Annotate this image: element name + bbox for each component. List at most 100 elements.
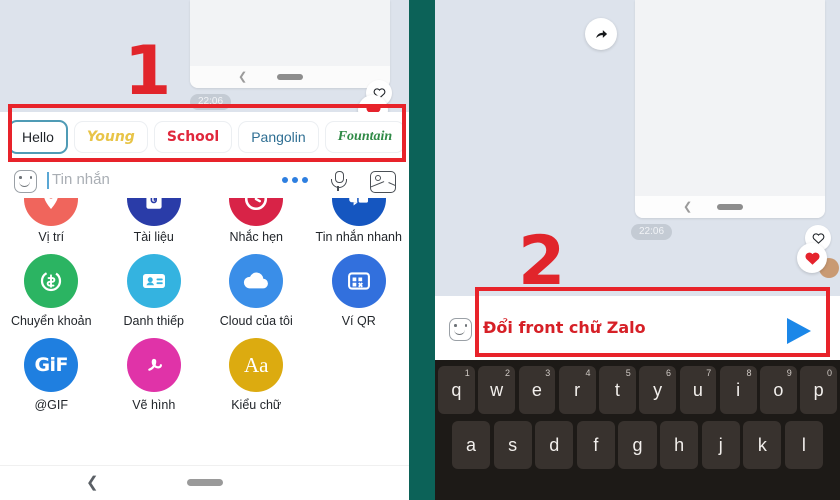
message-input-placeholder[interactable]: Tin nhắn (52, 171, 110, 188)
key-o[interactable]: 9o (760, 366, 797, 414)
thumbnail-home-icon (717, 204, 743, 210)
key-number: 7 (706, 368, 712, 378)
image-picker-icon[interactable] (370, 171, 396, 193)
attachment-item-document[interactable]: Tài liệu (103, 198, 206, 254)
attachment-label: Ví QR (341, 314, 376, 328)
left-system-navbar: ❮ (0, 465, 410, 500)
attachment-label: @GIF (34, 398, 69, 412)
back-chevron-icon[interactable]: ❮ (86, 475, 99, 490)
key-label: g (632, 434, 643, 455)
right-chat-image-message[interactable]: ❮ (635, 0, 825, 218)
heart-filled-icon[interactable] (797, 243, 827, 273)
annotation-box-1 (8, 104, 406, 162)
attachment-item-location[interactable]: Vị trí (0, 198, 103, 254)
share-forward-icon[interactable] (585, 18, 617, 50)
attachment-label: Danh thiếp (123, 314, 184, 328)
panel-divider (409, 0, 435, 500)
contact-card-icon (126, 254, 181, 308)
attachment-item-gif[interactable]: GiF @GIF (0, 338, 103, 422)
key-number: 6 (665, 368, 671, 378)
quick-message-icon (331, 198, 386, 226)
attachment-row-3: GiF @GIF Vẽ hình Aa Kiểu chữ (0, 338, 410, 422)
key-p[interactable]: 0p (800, 366, 837, 414)
gif-icon: GiF (24, 338, 79, 392)
key-j[interactable]: j (701, 421, 740, 469)
screenshot-thumbnail-body (635, 0, 825, 196)
key-k[interactable]: k (743, 421, 782, 469)
text-style-icon: Aa (229, 338, 284, 392)
attachment-item-money-transfer[interactable]: Chuyển khoản (0, 254, 103, 338)
thumbnail-home-icon (277, 74, 303, 80)
left-chat-image-message[interactable]: ❮ (190, 0, 390, 88)
attachment-label: Tài liệu (133, 230, 174, 244)
key-r[interactable]: 4r (558, 366, 596, 414)
key-u[interactable]: 7u (679, 366, 717, 414)
key-a[interactable]: a (452, 421, 491, 469)
keyboard-row-2: a s d f g h j k l (435, 414, 840, 469)
key-label: d (549, 434, 560, 455)
attachment-label: Cloud của tôi (219, 314, 293, 328)
key-label: k (757, 434, 767, 455)
draw-icon (126, 338, 181, 392)
key-label: a (466, 434, 477, 455)
key-label: l (801, 434, 806, 455)
attachment-label: Vẽ hình (132, 398, 176, 412)
key-g[interactable]: g (618, 421, 657, 469)
key-i[interactable]: 8i (719, 366, 757, 414)
attachment-item-contact-card[interactable]: Danh thiếp (103, 254, 206, 338)
annotation-number-2: 2 (518, 222, 566, 301)
emoji-face-icon[interactable] (449, 318, 472, 341)
left-message-input-bar[interactable]: Tin nhắn (0, 162, 410, 199)
attachment-item-text-style[interactable]: Aa Kiểu chữ (205, 338, 308, 422)
on-screen-keyboard[interactable]: 1q 2w 3e 4r 5t 6y 7u 8i 9o 0p a s d f g … (435, 360, 840, 500)
attachment-row-1: Vị trí Tài liệu Nhắc hẹn Tin nhắn nhanh (0, 198, 410, 254)
key-e[interactable]: 3e (518, 366, 556, 414)
screenshot-thumbnail-body (190, 0, 390, 66)
attachment-item-draw[interactable]: Vẽ hình (103, 338, 206, 422)
attachment-item-reminder[interactable]: Nhắc hẹn (205, 198, 308, 254)
key-number: 0 (826, 368, 832, 378)
money-transfer-icon (24, 254, 79, 308)
key-l[interactable]: l (784, 421, 823, 469)
attachment-item-quick-message[interactable]: Tin nhắn nhanh (308, 198, 411, 254)
location-icon (24, 198, 79, 226)
home-pill-icon[interactable] (187, 479, 223, 486)
attachment-item-cloud[interactable]: Cloud của tôi (205, 254, 308, 338)
key-label: j (718, 434, 723, 455)
key-number: 8 (746, 368, 752, 378)
thumbnail-back-icon: ❮ (238, 71, 248, 83)
key-label: i (736, 379, 741, 400)
key-label: r (574, 379, 581, 400)
key-d[interactable]: d (535, 421, 574, 469)
left-panel: ❮ 22:06 Hello Young School Pangolin Foun… (0, 0, 410, 500)
thumbnail-back-icon: ❮ (683, 201, 693, 213)
screenshot-thumbnail-navbar: ❮ (635, 196, 825, 218)
more-dots-icon[interactable] (282, 177, 308, 183)
key-number: 9 (786, 368, 792, 378)
key-t[interactable]: 5t (599, 366, 636, 414)
key-s[interactable]: s (493, 421, 532, 469)
key-q[interactable]: 1q (438, 366, 475, 414)
key-label: p (813, 379, 824, 400)
key-number: 3 (545, 368, 551, 378)
microphone-icon[interactable] (331, 171, 347, 191)
annotation-number-1: 1 (124, 32, 172, 111)
key-w[interactable]: 2w (478, 366, 515, 414)
qr-wallet-icon (331, 254, 386, 308)
text-caret (47, 172, 49, 189)
key-y[interactable]: 6y (639, 366, 676, 414)
key-f[interactable]: f (576, 421, 615, 469)
attachment-label: Kiểu chữ (231, 398, 282, 412)
right-panel: ❮ 22:06 Đổi front chữ Zalo 1q 2w 3e 4 r … (435, 0, 840, 500)
attachment-panel: Vị trí Tài liệu Nhắc hẹn Tin nhắn nhanh … (0, 198, 410, 466)
attachment-item-qr-wallet[interactable]: Ví QR (308, 254, 411, 338)
key-number: 2 (504, 368, 510, 378)
key-label: f (593, 434, 599, 455)
key-h[interactable]: h (660, 421, 699, 469)
key-label: h (674, 434, 685, 455)
emoji-face-icon[interactable] (14, 170, 37, 193)
attachment-item-empty (308, 338, 411, 422)
key-number: 4 (585, 368, 591, 378)
attachment-label: Chuyển khoản (10, 314, 92, 328)
key-label: u (692, 379, 703, 400)
